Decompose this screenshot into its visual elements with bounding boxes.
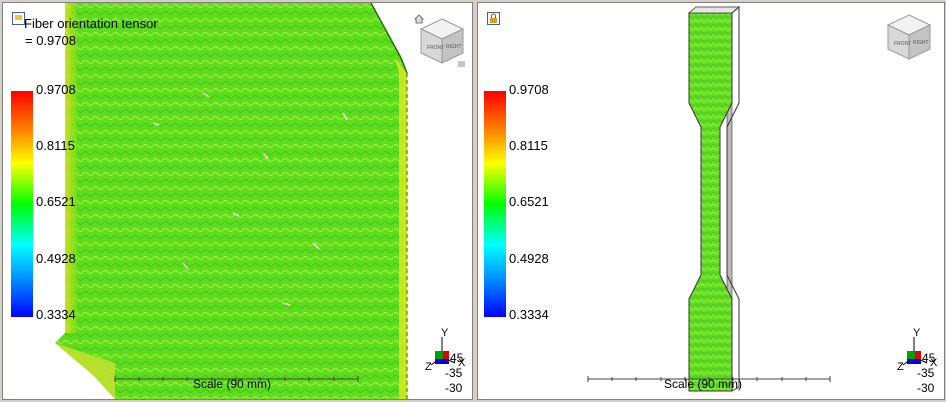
svg-text:RIGHT: RIGHT	[913, 40, 929, 46]
angle-label-1: 45	[450, 351, 464, 365]
lock-icon[interactable]	[487, 12, 500, 25]
legend-label-4: 0.4928	[36, 251, 76, 266]
axis-y-label: Y	[441, 327, 449, 339]
legend-mid-label: 0.6521	[36, 194, 76, 209]
axis-z-label: Z	[425, 361, 432, 373]
angle-label-3: -30	[917, 381, 935, 395]
angle-label-3: -30	[445, 381, 463, 395]
legend-label-2: 0.8115	[36, 138, 75, 153]
color-legend-bar	[11, 91, 33, 317]
scale-label: Scale (90 mm)	[193, 377, 272, 391]
axis-y-label: Y	[913, 327, 921, 339]
result-title: Fiber orientation tensor	[24, 16, 158, 31]
menu-icon[interactable]	[458, 55, 466, 67]
angle-label-1: 45	[922, 351, 936, 365]
svg-text:RIGHT: RIGHT	[446, 44, 462, 50]
left-viewport[interactable]: Fiber orientation tensor = 0.9708 0.9708…	[2, 2, 473, 400]
legend-mid-label: 0.6521	[509, 194, 549, 209]
legend-label-2: 0.8115	[509, 138, 548, 153]
color-legend-bar	[484, 91, 506, 317]
result-title-value: = 0.9708	[25, 33, 76, 48]
view-cube-icon[interactable]: FRONT RIGHT	[886, 13, 932, 66]
scale-label: Scale (90 mm)	[664, 377, 743, 391]
legend-min-label: 0.3334	[509, 307, 549, 322]
svg-text:FRONT: FRONT	[894, 41, 911, 47]
angle-label-2: -35	[917, 366, 935, 380]
angle-label-2: -35	[445, 366, 463, 380]
legend-label-4: 0.4928	[509, 251, 549, 266]
legend-min-label: 0.3334	[36, 307, 76, 322]
axis-z-label: Z	[897, 361, 904, 373]
legend-max-label: 0.9708	[509, 82, 549, 97]
svg-text:FRONT: FRONT	[427, 45, 444, 51]
legend-max-label: 0.9708	[36, 82, 76, 97]
right-viewport[interactable]: 0.9708 0.8115 0.6521 0.4928 0.3334 FRONT…	[477, 2, 945, 400]
